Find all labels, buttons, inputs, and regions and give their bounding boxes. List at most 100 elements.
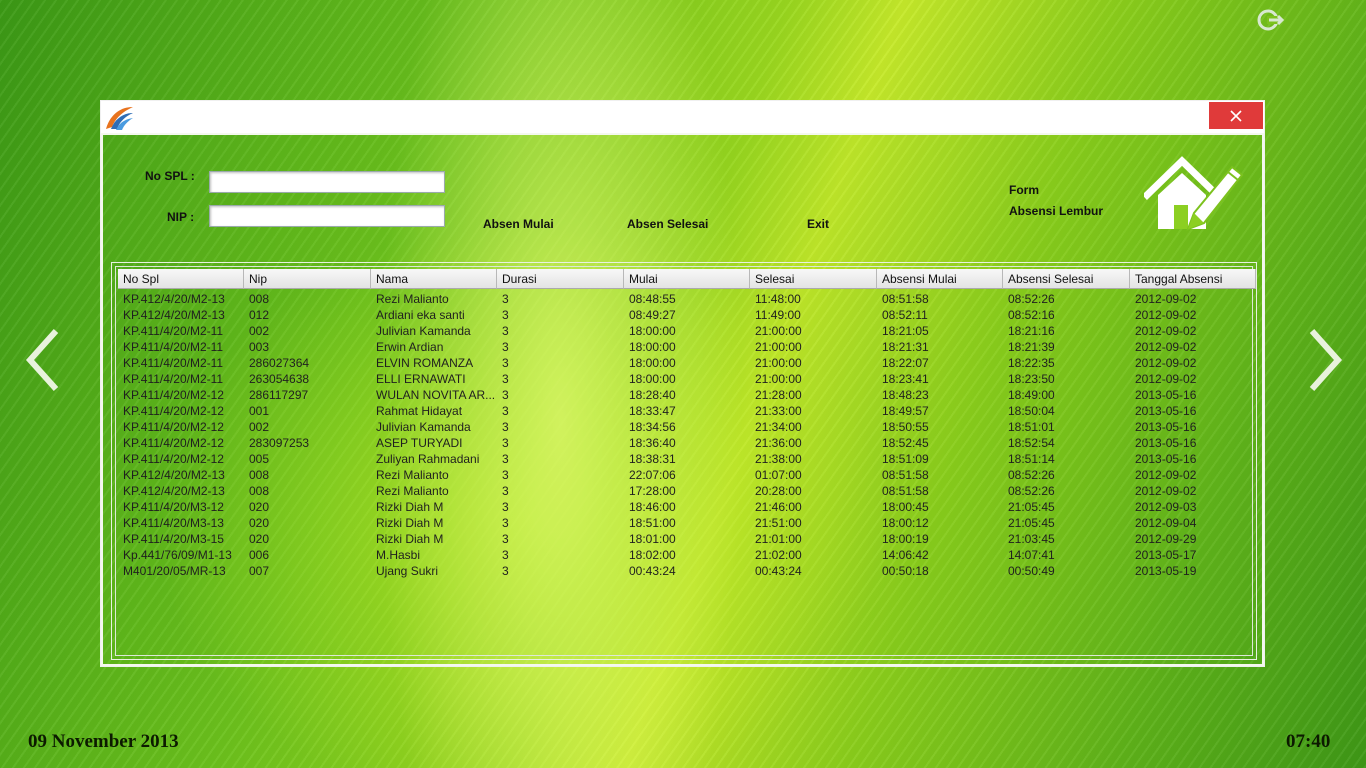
power-icon[interactable] [1255,5,1285,33]
table-cell: 18:23:41 [882,372,929,386]
table-cell: 18:36:40 [629,436,676,450]
table-cell: 08:51:58 [882,484,929,498]
table-cell: 008 [249,468,270,482]
nip-label: NIP : [167,210,195,224]
table-cell: KP.411/4/20/M2-12 [123,452,224,466]
table-row[interactable]: KP.412/4/20/M2-13 008 Rezi Malianto 3 17:28:… [118,483,1256,499]
close-button[interactable] [1209,102,1263,129]
table-cell: 14:06:42 [882,548,929,562]
table-cell: 21:36:00 [755,436,802,450]
chevron-left-icon[interactable] [22,325,62,395]
table-row[interactable]: KP.412/4/20/M2-13 012 Ardiani eka santi 3 08… [118,307,1256,323]
table-cell: 18:21:31 [882,340,929,354]
table-cell: 2013-05-16 [1135,404,1197,418]
table-cell: 18:50:04 [1008,404,1055,418]
table-cell: 3 [502,532,509,546]
table-row[interactable]: KP.411/4/20/M2-12 286117297 WULAN NOVITA A… [118,387,1256,403]
table-row[interactable]: KP.411/4/20/M2-12 001 Rahmat Hidayat 3 18:33… [118,403,1256,419]
table-cell: M.Hasbi [376,548,421,562]
absensi-table-frame: No Spl Nip Nama Durasi Mulai Selesai Absensi M… [111,262,1257,660]
exit-button[interactable]: Exit [807,217,829,231]
table-cell: 001 [249,404,270,418]
table-cell: 008 [249,292,270,306]
table-cell: ELLI ERNAWATI [376,372,466,386]
table-cell: KP.412/4/20/M2-13 [123,484,225,498]
table-cell: 286027364 [249,356,310,370]
table-cell: Julivian Kamanda [376,324,471,338]
table-cell: 21:05:45 [1008,516,1055,530]
table-cell: 2012-09-02 [1135,308,1197,322]
table-cell: 2013-05-16 [1135,388,1197,402]
table-cell: Rezi Malianto [376,468,449,482]
table-cell: 18:33:47 [629,404,676,418]
table-row[interactable]: KP.411/4/20/M2-11 003 Erwin Ardian 3 18:00:0… [118,339,1256,355]
table-cell: 020 [249,500,270,514]
current-time: 07:40 [1286,731,1331,752]
table-cell: Kp.441/76/09/M1-13 [123,548,232,562]
table-cell: 08:48:55 [629,292,676,306]
table-cell: 2012-09-03 [1135,500,1197,514]
table-cell: 18:21:05 [882,324,929,338]
table-cell: 21:51:00 [755,516,802,530]
table-cell: 007 [249,564,270,578]
window-titlebar[interactable] [101,101,1264,133]
table-cell: KP.411/4/20/M2-11 [123,340,224,354]
column-header[interactable]: No Spl [118,269,244,289]
table-cell: Rezi Malianto [376,484,449,498]
table-cell: KP.411/4/20/M2-11 [123,324,224,338]
table-row[interactable]: KP.411/4/20/M3-15 020 Rizki Diah M 3 18:01:0… [118,531,1256,547]
table-cell: 21:05:45 [1008,500,1055,514]
column-header[interactable]: Mulai [624,269,750,289]
table-cell: 18:52:54 [1008,436,1055,450]
column-header[interactable]: Absensi Mulai [877,269,1003,289]
table-cell: 21:03:45 [1008,532,1055,546]
table-cell: 006 [249,548,270,562]
table-cell: 020 [249,532,270,546]
table-row[interactable]: KP.411/4/20/M2-12 002 Julivian Kamanda 3 18:… [118,419,1256,435]
column-header[interactable]: Selesai [750,269,877,289]
table-cell: 002 [249,324,270,338]
table-row[interactable]: KP.411/4/20/M2-12 283097253 ASEP TURYADI 3 1… [118,435,1256,451]
absen-selesai-button[interactable]: Absen Selesai [627,217,708,231]
table-cell: 18:00:00 [629,340,676,354]
chevron-right-icon[interactable] [1306,325,1346,395]
table-cell: 3 [502,340,509,354]
table-row[interactable]: KP.411/4/20/M2-11 002 Julivian Kamanda 3 18:… [118,323,1256,339]
table-cell: 18:50:55 [882,420,929,434]
table-cell: 3 [502,500,509,514]
table-row[interactable]: KP.411/4/20/M3-13 020 Rizki Diah M 3 18:51:0… [118,515,1256,531]
table-cell: 3 [502,372,509,386]
nip-input[interactable] [209,205,445,227]
table-row[interactable]: KP.411/4/20/M2-11 286027364 ELVIN ROMANZA 3… [118,355,1256,371]
table-cell: 2012-09-29 [1135,532,1197,546]
table-cell: 18:21:39 [1008,340,1055,354]
table-cell: 3 [502,484,509,498]
absensi-table[interactable]: No Spl Nip Nama Durasi Mulai Selesai Absensi M… [115,266,1256,656]
table-cell: WULAN NOVITA AR... [376,388,496,402]
table-row[interactable]: Kp.441/76/09/M1-13 006 M.Hasbi 3 18:02:00 21:… [118,547,1256,563]
table-cell: 00:50:49 [1008,564,1055,578]
column-header[interactable]: Nama [371,269,497,289]
table-cell: KP.411/4/20/M3-12 [123,500,224,514]
table-row[interactable]: KP.412/4/20/M2-13 008 Rezi Malianto 3 22:07:… [118,467,1256,483]
table-cell: 3 [502,468,509,482]
table-cell: 18:00:00 [629,324,676,338]
table-row[interactable]: KP.412/4/20/M2-13 008 Rezi Malianto 3 08:48:… [118,291,1256,307]
table-row[interactable]: KP.411/4/20/M3-12 020 Rizki Diah M 3 18:46:0… [118,499,1256,515]
no-spl-input[interactable] [209,171,445,193]
table-cell: 00:43:24 [629,564,676,578]
table-cell: 3 [502,404,509,418]
table-row[interactable]: KP.411/4/20/M2-12 005 Zuliyan Rahmadani 3 18… [118,451,1256,467]
window-body: No SPL : NIP : Absen Mulai Absen Selesai… [101,133,1264,666]
table-row[interactable]: M401/20/05/MR-13 007 Ujang Sukri 3 00:43:24 0… [118,563,1256,579]
table-cell: KP.411/4/20/M2-12 [123,388,224,402]
column-header[interactable]: Durasi [497,269,624,289]
column-header[interactable]: Tanggal Absensi [1130,269,1256,289]
table-cell: 18:48:23 [882,388,929,402]
table-cell: 21:00:00 [755,324,802,338]
table-row[interactable]: KP.411/4/20/M2-11 263054638 ELLI ERNAWATI 3… [118,371,1256,387]
column-header[interactable]: Absensi Selesai [1003,269,1130,289]
absen-mulai-button[interactable]: Absen Mulai [483,217,554,231]
column-header[interactable]: Nip [244,269,371,289]
table-cell: 21:28:00 [755,388,802,402]
